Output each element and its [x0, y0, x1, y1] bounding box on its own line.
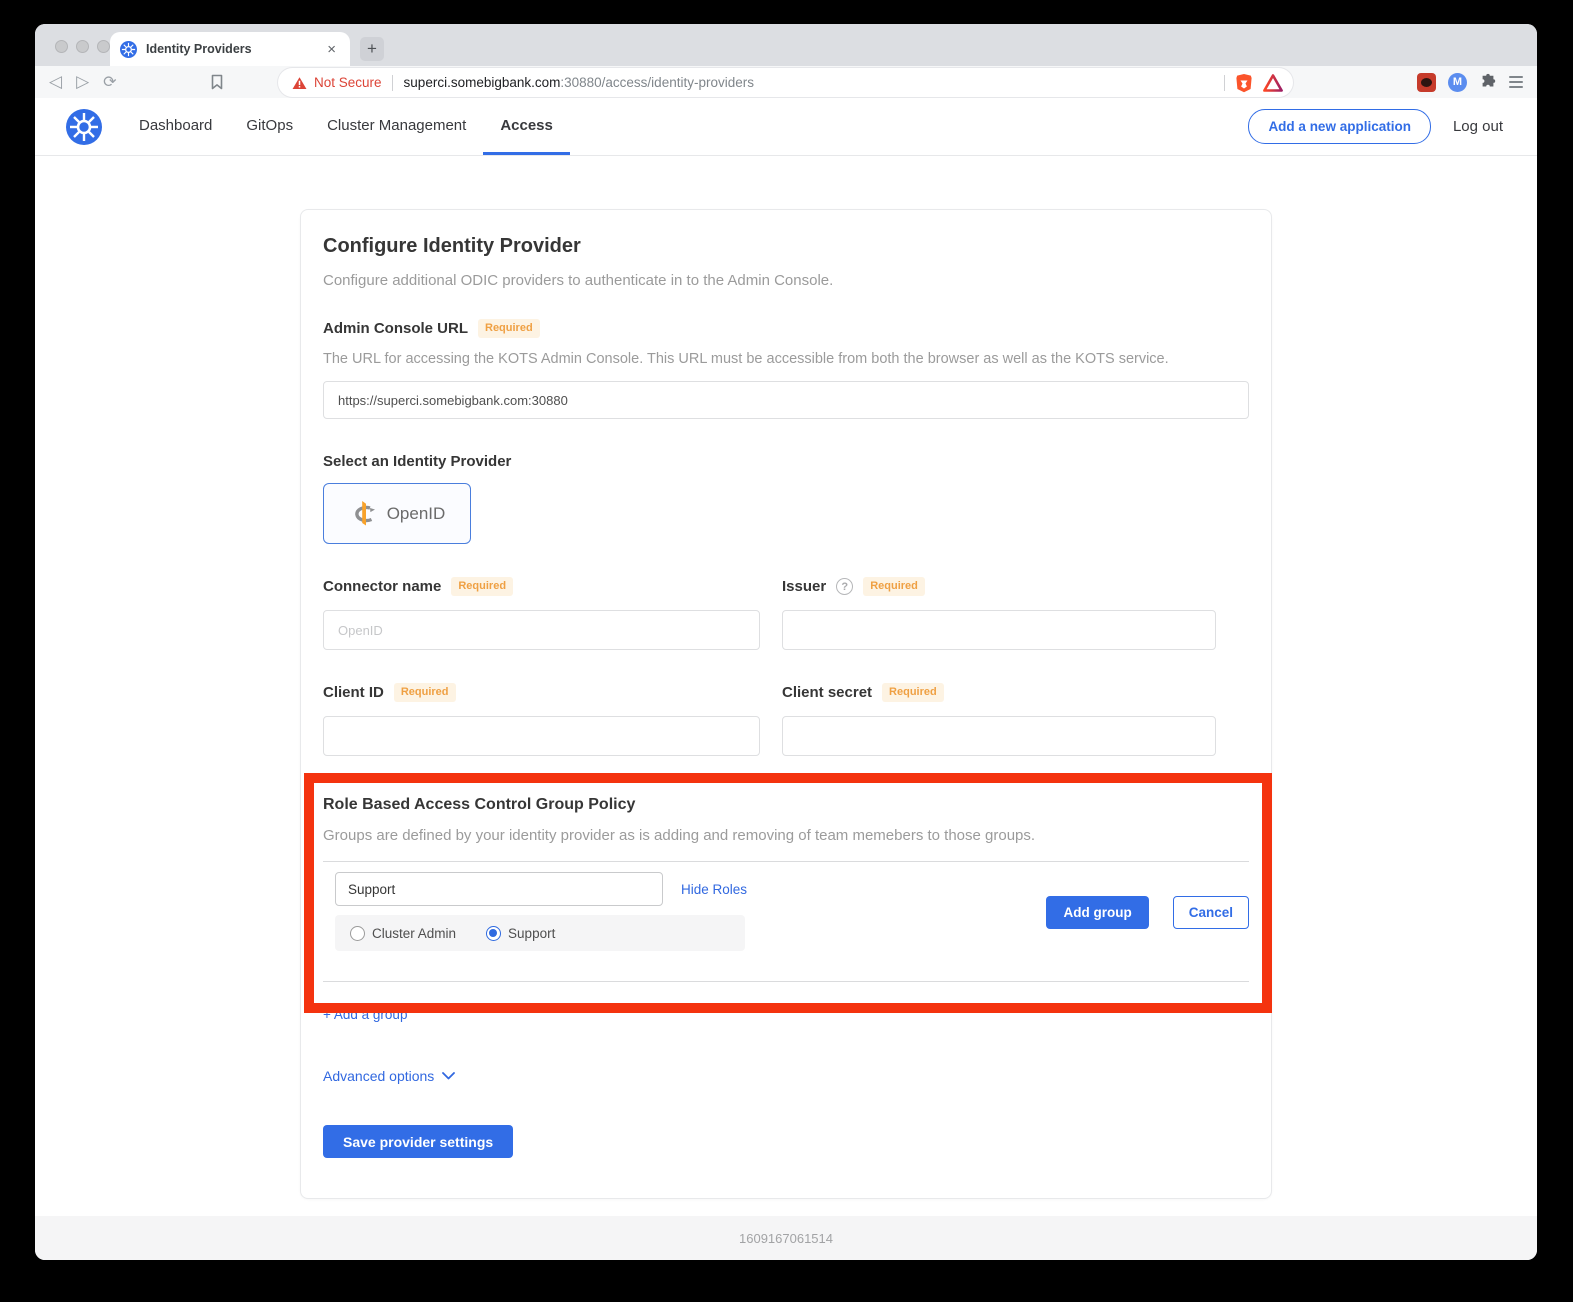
- openid-provider-tile[interactable]: OpenID: [323, 483, 471, 544]
- reload-icon[interactable]: ⟳: [103, 72, 116, 92]
- required-badge: Required: [478, 319, 540, 338]
- browser-menu-icon[interactable]: [1509, 76, 1523, 88]
- nav-item-access[interactable]: Access: [483, 98, 570, 155]
- save-provider-settings-button[interactable]: Save provider settings: [323, 1125, 513, 1158]
- brave-shield-icon[interactable]: [1235, 73, 1253, 93]
- required-badge: Required: [863, 577, 925, 596]
- client-secret-label: Client secret: [782, 684, 872, 701]
- new-tab-button[interactable]: +: [360, 37, 384, 61]
- issuer-input[interactable]: [782, 610, 1216, 650]
- client-secret-input[interactable]: [782, 716, 1216, 756]
- connector-name-field: Connector name Required: [323, 577, 760, 650]
- forward-icon[interactable]: ▷: [76, 72, 89, 92]
- extensions-puzzle-icon[interactable]: [1479, 73, 1497, 91]
- add-new-application-button[interactable]: Add a new application: [1248, 109, 1431, 144]
- configure-identity-provider-card: Configure Identity Provider Configure ad…: [300, 209, 1272, 1199]
- issuer-label: Issuer: [782, 578, 826, 595]
- connector-name-label: Connector name: [323, 578, 441, 595]
- advanced-options-toggle[interactable]: Advanced options: [323, 1068, 1249, 1084]
- tab-close-icon[interactable]: ×: [323, 40, 340, 59]
- openid-provider-name: OpenID: [387, 504, 446, 524]
- not-secure-warning-icon: [292, 76, 307, 90]
- nav-item-cluster-management[interactable]: Cluster Management: [310, 98, 483, 155]
- required-badge: Required: [882, 683, 944, 702]
- rbac-section-subtitle: Groups are defined by your identity prov…: [323, 827, 1249, 844]
- role-option-cluster-admin[interactable]: Cluster Admin: [350, 926, 456, 941]
- kubernetes-logo-icon: [66, 109, 102, 145]
- footer-timestamp: 1609167061514: [739, 1231, 833, 1246]
- window-controls[interactable]: [55, 40, 110, 53]
- role-radio-group: Cluster Admin Support: [335, 915, 745, 951]
- browser-tab[interactable]: Identity Providers ×: [110, 32, 350, 66]
- openid-logo-icon: [349, 498, 379, 530]
- admin-console-url-input[interactable]: [323, 381, 1249, 419]
- nav-item-dashboard[interactable]: Dashboard: [122, 98, 229, 155]
- required-badge: Required: [394, 683, 456, 702]
- group-name-input[interactable]: [335, 872, 663, 906]
- group-form: Hide Roles Cluster Admin Support Add gro…: [323, 872, 1249, 964]
- admin-console-url-help: The URL for accessing the KOTS Admin Con…: [323, 351, 1249, 367]
- url-text[interactable]: superci.somebigbank.com:30880/access/ide…: [404, 75, 1216, 90]
- minimize-window-button[interactable]: [76, 40, 89, 53]
- nav-item-gitops[interactable]: GitOps: [229, 98, 310, 155]
- add-a-group-link[interactable]: + Add a group: [323, 1007, 407, 1022]
- add-group-button[interactable]: Add group: [1046, 896, 1148, 929]
- close-window-button[interactable]: [55, 40, 68, 53]
- role-option-support[interactable]: Support: [486, 926, 555, 941]
- browser-toolbar: ◁ ▷ ⟳ Not Secure superci.somebigbank.com…: [35, 66, 1537, 98]
- bookmark-icon[interactable]: [209, 73, 225, 91]
- rbac-divider-bottom: [323, 981, 1249, 982]
- brave-rewards-triangle-icon[interactable]: [1263, 74, 1283, 92]
- cancel-button[interactable]: Cancel: [1173, 896, 1249, 929]
- client-id-input[interactable]: [323, 716, 760, 756]
- hide-roles-link[interactable]: Hide Roles: [681, 882, 747, 897]
- not-secure-label: Not Secure: [314, 75, 382, 90]
- app-header: Dashboard GitOps Cluster Management Acce…: [35, 98, 1537, 156]
- kubernetes-favicon-icon: [120, 41, 137, 58]
- extension-red-icon[interactable]: [1417, 73, 1436, 92]
- required-badge: Required: [451, 577, 513, 596]
- chevron-down-icon: [442, 1072, 455, 1080]
- admin-console-url-label: Admin Console URL: [323, 320, 468, 337]
- client-secret-field: Client secret Required: [782, 683, 1216, 756]
- logout-link[interactable]: Log out: [1453, 118, 1503, 135]
- issuer-field: Issuer ? Required: [782, 577, 1216, 650]
- app-nav-menu: Dashboard GitOps Cluster Management Acce…: [122, 98, 570, 155]
- back-icon[interactable]: ◁: [49, 72, 62, 92]
- tab-strip: Identity Providers × +: [35, 24, 1537, 66]
- address-divider: [1224, 75, 1225, 91]
- select-provider-label: Select an Identity Provider: [323, 453, 1249, 470]
- client-id-field: Client ID Required: [323, 683, 760, 756]
- extension-m-avatar-icon[interactable]: M: [1448, 73, 1467, 92]
- main-content: Configure Identity Provider Configure ad…: [35, 209, 1537, 1199]
- client-id-label: Client ID: [323, 684, 384, 701]
- browser-window: Identity Providers × + ◁ ▷ ⟳ Not Secure …: [35, 24, 1537, 1260]
- radio-selected-icon[interactable]: [486, 926, 501, 941]
- rbac-divider-top: [323, 861, 1249, 862]
- page-subtitle: Configure additional ODIC providers to a…: [323, 272, 1249, 289]
- address-bar[interactable]: Not Secure superci.somebigbank.com:30880…: [278, 68, 1293, 97]
- footer-bar: 1609167061514: [35, 1216, 1537, 1260]
- tab-title: Identity Providers: [146, 42, 323, 56]
- rbac-section-title: Role Based Access Control Group Policy: [323, 796, 1249, 814]
- issuer-help-icon[interactable]: ?: [836, 578, 853, 595]
- address-divider: [392, 75, 393, 91]
- connector-name-input[interactable]: [323, 610, 760, 650]
- radio-unselected-icon[interactable]: [350, 926, 365, 941]
- page-title: Configure Identity Provider: [323, 235, 1249, 258]
- zoom-window-button[interactable]: [97, 40, 110, 53]
